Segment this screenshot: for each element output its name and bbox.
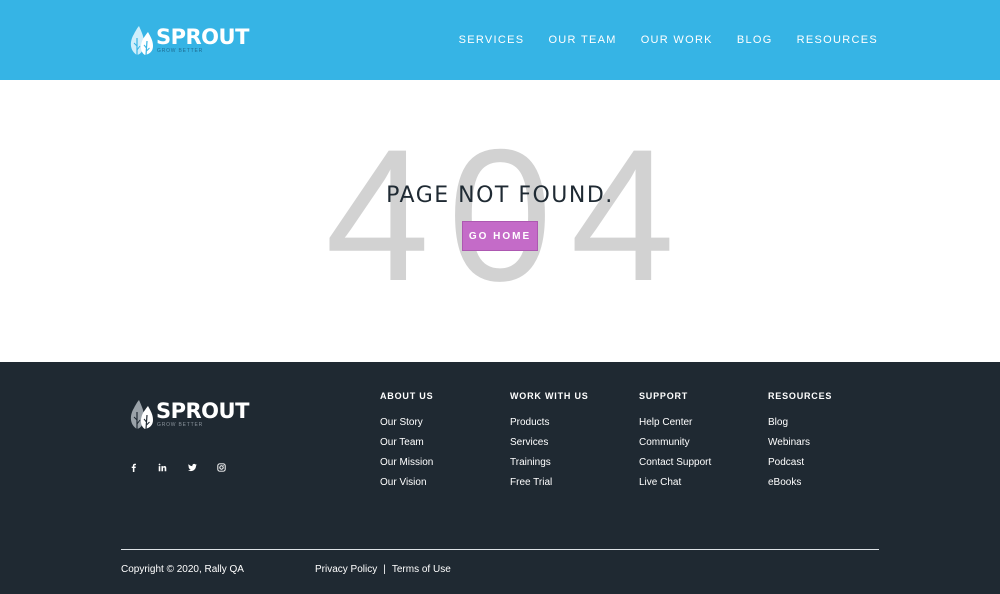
error-code: 404 [325, 110, 693, 320]
footer-link-help-center[interactable]: Help Center [639, 417, 711, 429]
linkedin-icon[interactable] [158, 462, 168, 472]
brand-tagline: GROW BETTER [157, 48, 204, 54]
leaves-logo-icon [130, 26, 153, 56]
brand-tagline: GROW BETTER [157, 422, 204, 428]
footer-link-our-mission[interactable]: Our Mission [380, 457, 433, 469]
footer-link-blog[interactable]: Blog [768, 417, 832, 429]
facebook-icon[interactable] [128, 462, 138, 472]
twitter-icon[interactable] [187, 462, 197, 472]
nav-item-our-work[interactable]: OUR WORK [641, 34, 713, 46]
footer-link-contact-support[interactable]: Contact Support [639, 457, 711, 469]
social-links [128, 462, 246, 472]
error-section: 404 PAGE NOT FOUND. GO HOME [0, 80, 1000, 362]
footer-column-about-us: ABOUT US Our Story Our Team Our Mission … [380, 390, 433, 489]
footer-link-live-chat[interactable]: Live Chat [639, 477, 711, 489]
footer-link-services[interactable]: Services [510, 437, 589, 449]
column-heading: SUPPORT [639, 391, 689, 401]
page-title: PAGE NOT FOUND. [386, 183, 614, 208]
go-home-button[interactable]: GO HOME [462, 221, 538, 251]
footer-link-webinars[interactable]: Webinars [768, 437, 832, 449]
nav-item-blog[interactable]: BLOG [737, 34, 773, 46]
instagram-icon[interactable] [217, 462, 227, 472]
site-header: SPROUT GROW BETTER SERVICES OUR TEAM OUR… [0, 0, 1000, 80]
footer-link-our-vision[interactable]: Our Vision [380, 477, 433, 489]
column-heading: WORK WITH US [510, 391, 589, 401]
footer-link-products[interactable]: Products [510, 417, 589, 429]
brand-name: SPROUT [156, 25, 249, 49]
footer-link-ebooks[interactable]: eBooks [768, 477, 832, 489]
terms-of-use-link[interactable]: Terms of Use [392, 564, 451, 576]
footer-link-trainings[interactable]: Trainings [510, 457, 589, 469]
legal-separator: | [383, 564, 386, 575]
footer-link-free-trial[interactable]: Free Trial [510, 477, 589, 489]
copyright-text: Copyright © 2020, Rally QA [121, 564, 244, 575]
footer-link-our-story[interactable]: Our Story [380, 417, 433, 429]
footer-link-community[interactable]: Community [639, 437, 711, 449]
leaves-logo-icon [130, 400, 153, 430]
footer-column-work-with-us: WORK WITH US Products Services Trainings… [510, 390, 589, 489]
footer-divider [121, 549, 879, 550]
nav-item-services[interactable]: SERVICES [459, 34, 525, 46]
footer-link-podcast[interactable]: Podcast [768, 457, 832, 469]
brand-name: SPROUT [156, 399, 249, 423]
footer-column-support: SUPPORT Help Center Community Contact Su… [639, 390, 711, 489]
footer-link-our-team[interactable]: Our Team [380, 437, 433, 449]
column-heading: RESOURCES [768, 391, 833, 401]
legal-links: Privacy Policy | Terms of Use [315, 564, 451, 576]
privacy-policy-link[interactable]: Privacy Policy [315, 564, 377, 576]
nav-item-our-team[interactable]: OUR TEAM [548, 34, 616, 46]
main-nav: SERVICES OUR TEAM OUR WORK BLOG RESOURCE… [435, 34, 878, 46]
site-footer: SPROUT GROW BETTER ABOUT US Our Story Ou… [0, 362, 1000, 594]
footer-column-resources: RESOURCES Blog Webinars Podcast eBooks [768, 390, 832, 489]
column-heading: ABOUT US [380, 391, 434, 401]
header-logo[interactable]: SPROUT GROW BETTER [128, 24, 249, 56]
nav-item-resources[interactable]: RESOURCES [797, 34, 878, 46]
footer-logo[interactable]: SPROUT GROW BETTER [128, 398, 249, 430]
